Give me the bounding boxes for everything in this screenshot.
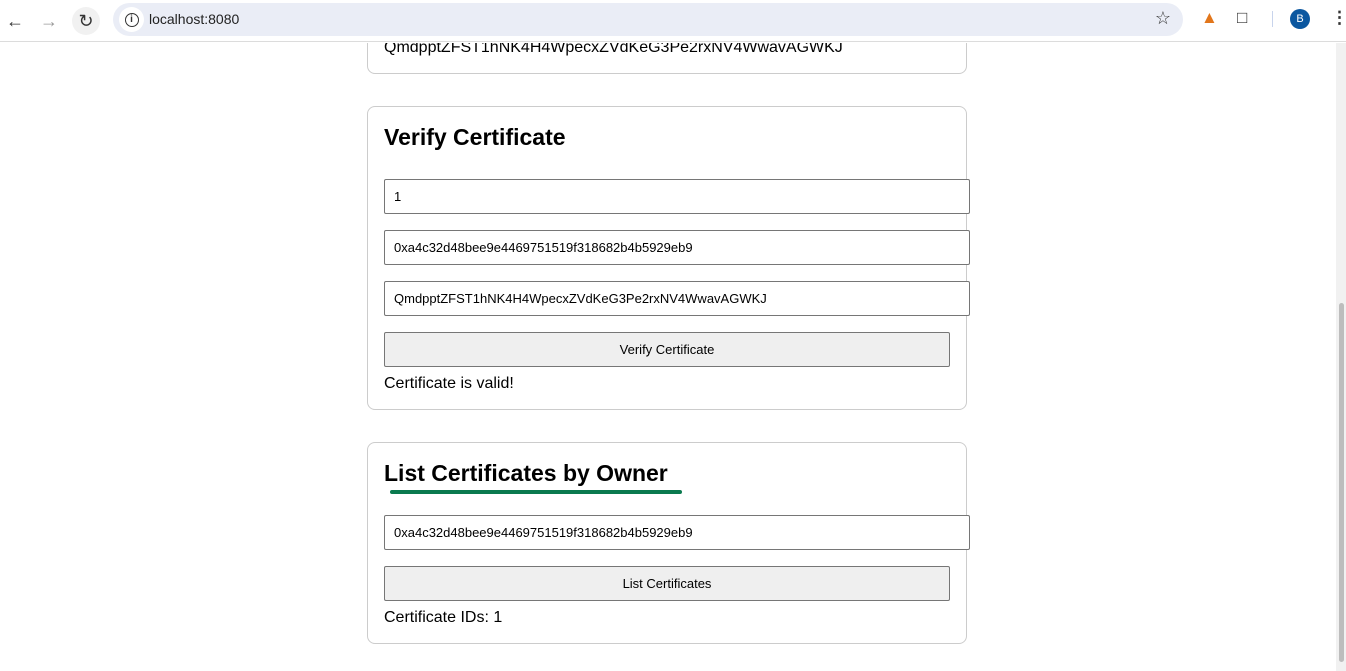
info-icon[interactable]: i bbox=[119, 7, 144, 32]
list-result: Certificate IDs: 1 bbox=[384, 609, 503, 626]
kebab-menu-icon[interactable]: ⋮ bbox=[1331, 8, 1346, 28]
forward-arrow-icon[interactable]: → bbox=[35, 7, 63, 35]
avatar[interactable]: B bbox=[1290, 9, 1310, 29]
list-title: List Certificates by Owner bbox=[384, 460, 668, 486]
owner-address-input[interactable] bbox=[384, 230, 970, 265]
title-underline-annotation bbox=[390, 490, 682, 494]
certificate-id-input[interactable] bbox=[384, 179, 970, 214]
toolbar-divider bbox=[1272, 11, 1273, 27]
verify-title: Verify Certificate bbox=[384, 124, 566, 150]
top-card: QmdpptZFST1hNK4H4WpecxZVdKeG3Pe2rxNV4Wwa… bbox=[367, 43, 967, 74]
list-certificates-card: List Certificates by Owner List Certific… bbox=[367, 442, 970, 644]
address-bar[interactable]: i localhost:8080 ☆ bbox=[113, 3, 1183, 36]
verify-certificate-card: Verify Certificate Verify Certificate Ce… bbox=[367, 106, 970, 410]
back-arrow-icon[interactable]: ← bbox=[1, 7, 29, 35]
scrollbar-thumb[interactable] bbox=[1339, 303, 1344, 662]
browser-toolbar: ← → ↻ i localhost:8080 ☆ ▲ □ B ⋮ bbox=[0, 0, 1346, 42]
top-card-text: QmdpptZFST1hNK4H4WpecxZVdKeG3Pe2rxNV4Wwa… bbox=[384, 43, 843, 56]
metamask-fox-icon[interactable]: ▲ bbox=[1201, 8, 1218, 28]
list-certificates-button[interactable]: List Certificates bbox=[384, 566, 950, 601]
owner-address-input[interactable] bbox=[384, 515, 970, 550]
verify-result: Certificate is valid! bbox=[384, 375, 514, 392]
star-icon[interactable]: ☆ bbox=[1155, 8, 1171, 29]
extensions-puzzle-icon[interactable]: □ bbox=[1237, 8, 1247, 28]
page-content: QmdpptZFST1hNK4H4WpecxZVdKeG3Pe2rxNV4Wwa… bbox=[0, 43, 1336, 671]
url-text[interactable]: localhost:8080 bbox=[149, 11, 239, 27]
scrollbar[interactable] bbox=[1336, 43, 1346, 671]
verify-certificate-button[interactable]: Verify Certificate bbox=[384, 332, 950, 367]
reload-icon[interactable]: ↻ bbox=[72, 7, 100, 35]
ipfs-hash-input[interactable] bbox=[384, 281, 970, 316]
